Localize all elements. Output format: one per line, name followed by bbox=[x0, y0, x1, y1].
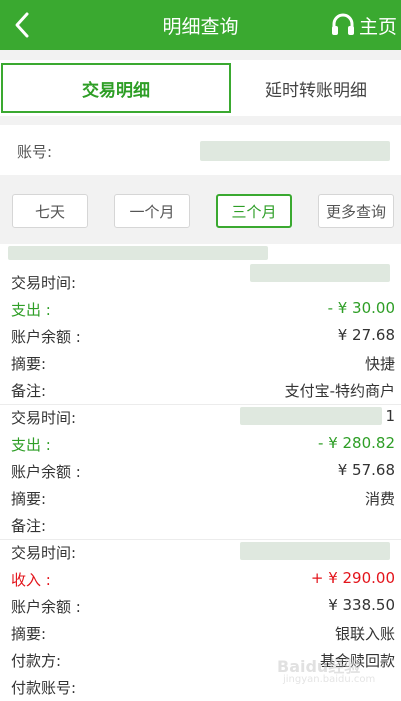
account-label: 账号: bbox=[17, 143, 53, 161]
balance-value: ¥ 57.68 bbox=[337, 461, 395, 479]
filter-one-month-button[interactable]: 一个月 bbox=[114, 194, 190, 228]
tab-delayed-transfer-detail[interactable]: 延时转账明细 bbox=[231, 63, 401, 113]
query-summary-redacted bbox=[8, 246, 268, 260]
time-redacted bbox=[240, 542, 390, 560]
summary-value: 银联入账 bbox=[334, 625, 395, 643]
headset-icon bbox=[331, 13, 354, 35]
record-1-type-row: 支出 : - ¥ 30.00 bbox=[0, 296, 401, 323]
balance-label: 账户余额 : bbox=[11, 328, 81, 346]
tab-transaction-detail[interactable]: 交易明细 bbox=[1, 63, 231, 113]
balance-label: 账户余额 : bbox=[11, 463, 81, 481]
watermark: Baidu经验 jingyan.baidu.com bbox=[277, 650, 377, 690]
filter-seven-days-button[interactable]: 七天 bbox=[12, 194, 88, 228]
record-2-balance-row: 账户余额 : ¥ 57.68 bbox=[0, 458, 401, 485]
time-partial-value: 1 bbox=[385, 407, 395, 425]
type-label: 支出 : bbox=[11, 301, 51, 319]
summary-label: 摘要: bbox=[11, 355, 47, 373]
payer-account-label: 付款账号: bbox=[11, 679, 77, 697]
date-range-filters: 七天 一个月 三个月 更多查询 bbox=[0, 186, 401, 236]
tab-bar: 交易明细 延时转账明细 bbox=[0, 60, 401, 116]
home-label: 主页 bbox=[358, 15, 397, 38]
app-header: 明细查询 主页 bbox=[0, 0, 401, 50]
record-1-time-row: 交易时间: bbox=[0, 269, 401, 296]
balance-value: ¥ 27.68 bbox=[337, 326, 395, 344]
time-label: 交易时间: bbox=[11, 274, 77, 292]
account-row: 账号: bbox=[0, 125, 401, 175]
record-3-balance-row: 账户余额 : ¥ 338.50 bbox=[0, 593, 401, 620]
filter-three-months-button[interactable]: 三个月 bbox=[216, 194, 292, 228]
type-label: 支出 : bbox=[11, 436, 51, 454]
balance-label: 账户余额 : bbox=[11, 598, 81, 616]
amount-value: + ¥ 290.00 bbox=[310, 569, 395, 587]
time-label: 交易时间: bbox=[11, 544, 77, 562]
note-label: 备注: bbox=[11, 517, 47, 535]
account-number-redacted bbox=[200, 141, 390, 161]
record-2-time-row: 交易时间: 1 bbox=[0, 404, 401, 431]
summary-label: 摘要: bbox=[11, 625, 47, 643]
record-1-note-row: 备注: 支付宝-特约商户 bbox=[0, 377, 401, 404]
amount-value: - ¥ 280.82 bbox=[318, 434, 395, 452]
record-3-summary-row: 摘要: 银联入账 bbox=[0, 620, 401, 647]
note-label: 备注: bbox=[11, 382, 47, 400]
note-value: 支付宝-特约商户 bbox=[284, 382, 395, 400]
filter-more-query-button[interactable]: 更多查询 bbox=[318, 194, 394, 228]
record-2-summary-row: 摘要: 消费 bbox=[0, 485, 401, 512]
watermark-subtext: jingyan.baidu.com bbox=[283, 674, 376, 685]
summary-value: 消费 bbox=[364, 490, 395, 508]
time-label: 交易时间: bbox=[11, 409, 77, 427]
record-2-note-row: 备注: bbox=[0, 512, 401, 539]
record-1-summary-row: 摘要: 快捷 bbox=[0, 350, 401, 377]
payer-label: 付款方: bbox=[11, 652, 62, 670]
time-redacted bbox=[240, 407, 382, 425]
home-button[interactable]: 主页 bbox=[331, 10, 397, 40]
transaction-list: 交易时间: 支出 : - ¥ 30.00 账户余额 : ¥ 27.68 摘要: … bbox=[0, 244, 401, 701]
balance-value: ¥ 338.50 bbox=[328, 596, 395, 614]
type-label: 收入 : bbox=[11, 571, 51, 589]
summary-label: 摘要: bbox=[11, 490, 47, 508]
amount-value: - ¥ 30.00 bbox=[327, 299, 395, 317]
record-1-balance-row: 账户余额 : ¥ 27.68 bbox=[0, 323, 401, 350]
summary-value: 快捷 bbox=[364, 355, 395, 373]
record-2-type-row: 支出 : - ¥ 280.82 bbox=[0, 431, 401, 458]
record-3-type-row: 收入 : + ¥ 290.00 bbox=[0, 566, 401, 593]
record-3-time-row: 交易时间: bbox=[0, 539, 401, 566]
